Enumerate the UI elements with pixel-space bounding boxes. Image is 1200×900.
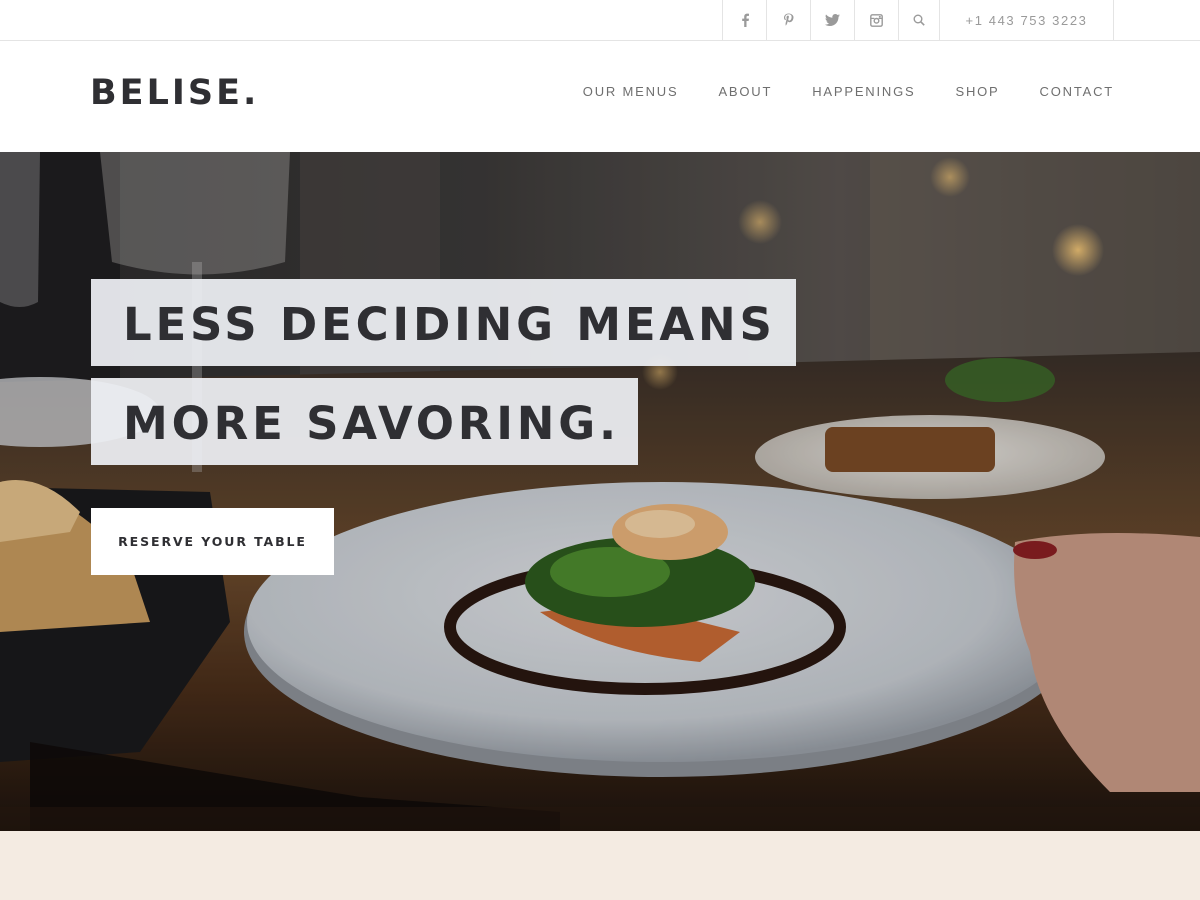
top-utility-bar: +1 443 753 3223 [0, 0, 1200, 41]
hero-background-image [0, 152, 1200, 831]
pinterest-icon [784, 13, 794, 26]
hero-section: LESS DECIDING MEANS MORE SAVORING. RESER… [0, 152, 1200, 831]
next-section-strip [0, 831, 1200, 900]
facebook-icon [741, 13, 749, 27]
nav-item-happenings[interactable]: HAPPENINGS [812, 84, 915, 100]
twitter-icon [825, 14, 840, 26]
reserve-table-button[interactable]: RESERVE YOUR TABLE [91, 508, 334, 575]
pinterest-link[interactable] [766, 0, 810, 40]
hero-headline-line-2: MORE SAVORING. [91, 378, 638, 465]
site-logo[interactable]: BELISE. [90, 73, 259, 113]
hero-headline-line-1: LESS DECIDING MEANS [91, 279, 796, 366]
twitter-link[interactable] [810, 0, 854, 40]
nav-item-contact[interactable]: CONTACT [1040, 84, 1114, 100]
search-button[interactable] [898, 0, 939, 40]
social-links: +1 443 753 3223 [722, 0, 1114, 40]
nav-item-about[interactable]: ABOUT [718, 84, 772, 100]
facebook-link[interactable] [722, 0, 766, 40]
instagram-icon [870, 13, 883, 27]
instagram-link[interactable] [854, 0, 898, 40]
site-header: BELISE. OUR MENUS ABOUT HAPPENINGS SHOP … [0, 41, 1200, 152]
nav-item-shop[interactable]: SHOP [955, 84, 999, 100]
phone-number[interactable]: +1 443 753 3223 [939, 0, 1114, 40]
search-icon [913, 14, 925, 26]
main-nav: OUR MENUS ABOUT HAPPENINGS SHOP CONTACT [583, 84, 1114, 100]
nav-item-our-menus[interactable]: OUR MENUS [583, 84, 679, 100]
